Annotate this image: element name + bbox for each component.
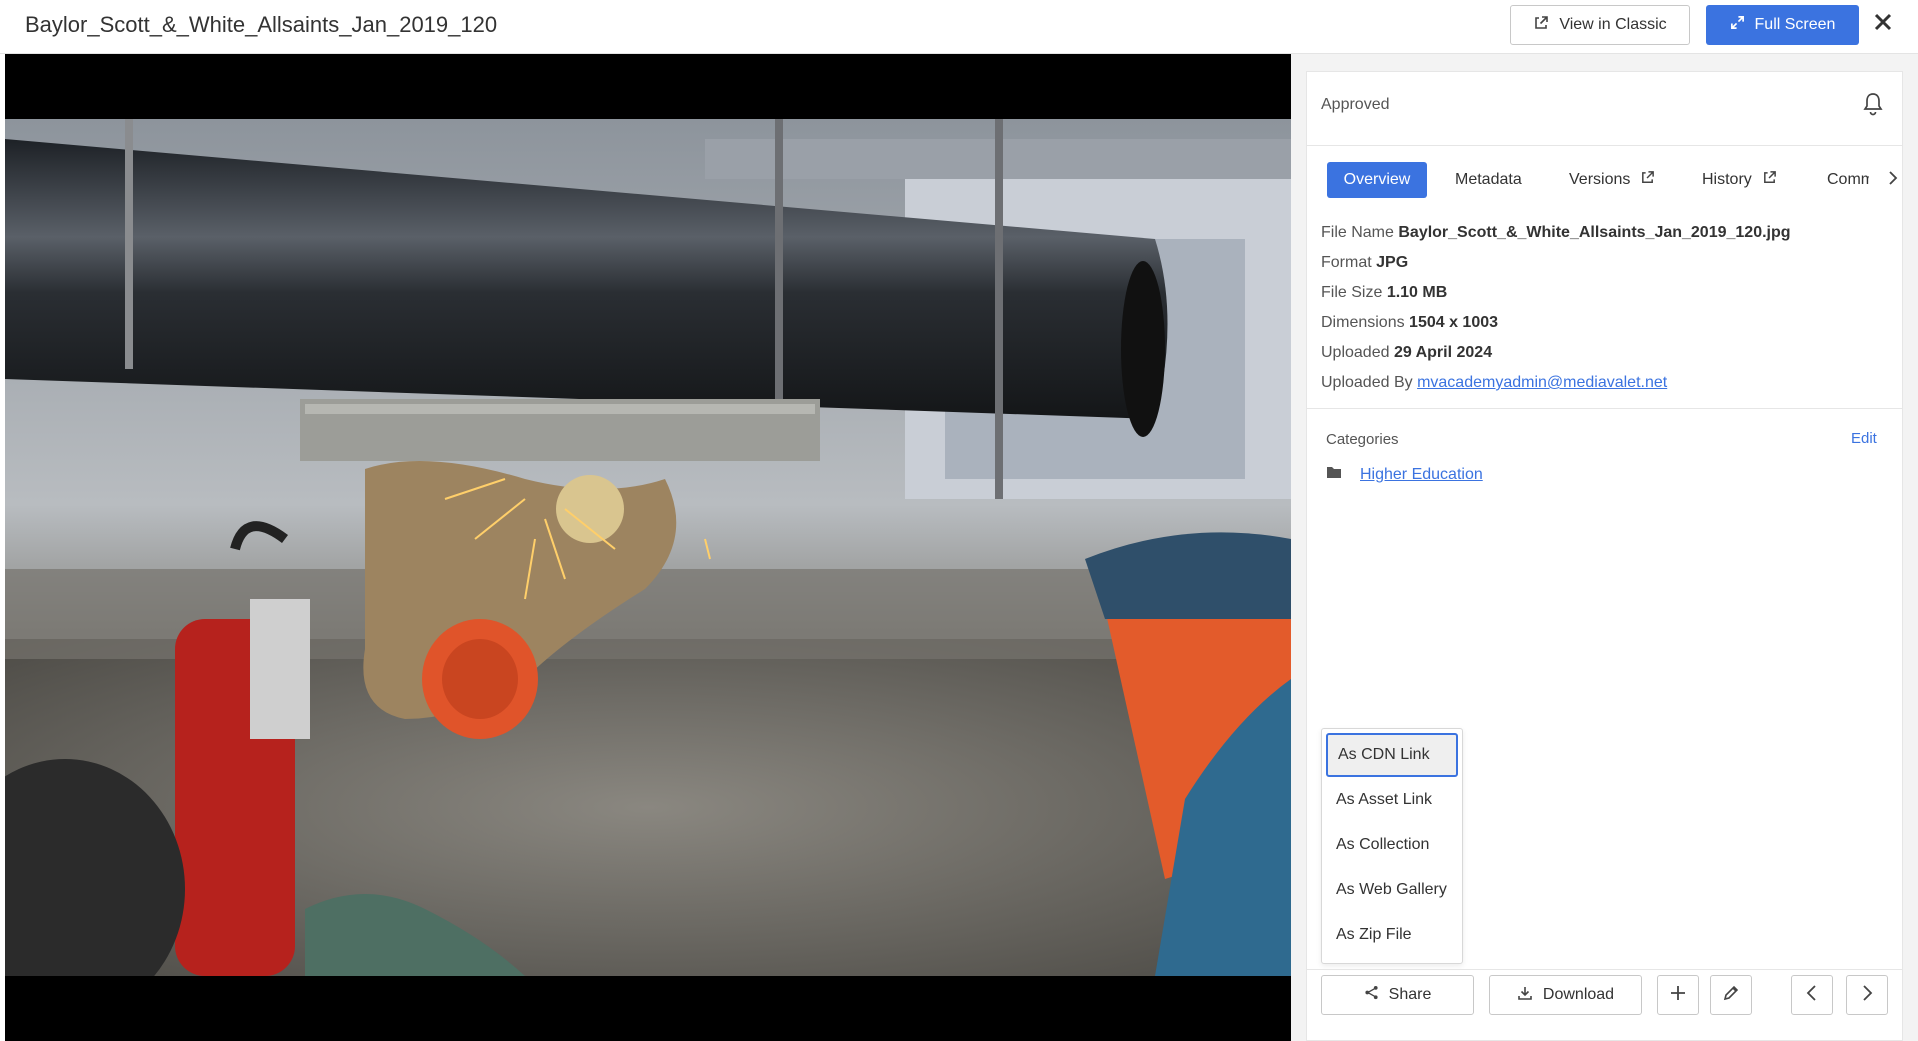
file-size-value: 1.10 MB — [1386, 284, 1448, 301]
category-item: Higher Education — [1326, 465, 1483, 484]
add-to-button[interactable] — [1657, 975, 1699, 1015]
tab-metadata[interactable]: Metadata — [1455, 162, 1522, 198]
detail-tabs: Overview Metadata Versions History Comm — [1327, 162, 1898, 198]
edit-button[interactable] — [1710, 975, 1752, 1015]
tab-comments-label: Comm — [1827, 171, 1869, 188]
tab-overview-label: Overview — [1343, 171, 1411, 188]
uploaded-label: Uploaded — [1321, 344, 1390, 361]
categories-edit-link[interactable]: Edit — [1851, 430, 1877, 447]
status-row: Approved — [1307, 72, 1902, 146]
full-screen-button[interactable]: Full Screen — [1706, 5, 1859, 45]
next-asset-button[interactable] — [1846, 975, 1888, 1015]
download-button[interactable]: Download — [1489, 975, 1642, 1015]
dimensions-value: 1504 x 1003 — [1409, 314, 1499, 331]
categories-heading: Categories — [1326, 431, 1399, 448]
chevron-left-icon — [1806, 984, 1818, 1007]
tab-history-label: History — [1702, 171, 1752, 188]
plus-icon — [1669, 984, 1687, 1007]
uploaded-row: Uploaded 29 April 2024 — [1321, 338, 1891, 368]
download-label: Download — [1542, 986, 1615, 1003]
section-divider — [1307, 408, 1902, 409]
tab-versions[interactable]: Versions — [1569, 162, 1655, 198]
view-in-classic-label: View in Classic — [1559, 16, 1667, 33]
tab-overview[interactable]: Overview — [1327, 162, 1427, 198]
share-as-asset-link[interactable]: As Asset Link — [1326, 778, 1458, 822]
previous-asset-button[interactable] — [1791, 975, 1833, 1015]
uploaded-by-email-link[interactable]: mvacademyadmin@mediavalet.net — [1417, 374, 1667, 391]
asset-title: Baylor_Scott_&_White_Allsaints_Jan_2019_… — [25, 12, 498, 37]
share-as-web-gallery[interactable]: As Web Gallery — [1326, 868, 1458, 912]
pencil-icon — [1722, 984, 1740, 1007]
external-link-icon — [1640, 170, 1655, 190]
tab-versions-label: Versions — [1569, 171, 1631, 188]
details-panel: Approved Overview Metadata Versions Hist… — [1291, 54, 1918, 1041]
uploaded-by-label: Uploaded By — [1321, 374, 1413, 391]
file-info: File Name Baylor_Scott_&_White_Allsaints… — [1321, 218, 1891, 398]
notification-button[interactable] — [1857, 90, 1889, 122]
download-icon — [1517, 985, 1533, 1006]
share-as-cdn-link[interactable]: As CDN Link — [1326, 733, 1458, 777]
format-row: Format JPG — [1321, 248, 1891, 278]
close-icon — [1873, 12, 1893, 37]
file-size-label: File Size — [1321, 284, 1383, 301]
file-name-row: File Name Baylor_Scott_&_White_Allsaints… — [1321, 218, 1891, 248]
tab-history[interactable]: History — [1702, 162, 1777, 198]
bell-icon — [1862, 92, 1884, 121]
dimensions-row: Dimensions 1504 x 1003 — [1321, 308, 1891, 338]
dimensions-label: Dimensions — [1321, 314, 1405, 331]
category-link-higher-education[interactable]: Higher Education — [1360, 466, 1483, 484]
external-link-icon — [1762, 170, 1777, 190]
details-card: Approved Overview Metadata Versions Hist… — [1306, 71, 1903, 1041]
tab-metadata-label: Metadata — [1455, 171, 1522, 188]
file-size-row: File Size 1.10 MB — [1321, 278, 1891, 308]
view-in-classic-button[interactable]: View in Classic — [1510, 5, 1690, 45]
share-icon — [1364, 985, 1379, 1005]
folder-icon — [1326, 465, 1342, 484]
image-viewer[interactable] — [5, 54, 1291, 1041]
full-screen-label: Full Screen — [1754, 16, 1836, 33]
uploaded-by-row: Uploaded By mvacademyadmin@mediavalet.ne… — [1321, 368, 1891, 398]
format-label: Format — [1321, 254, 1372, 271]
expand-icon — [1730, 15, 1745, 35]
tabs-scroll-right-button[interactable] — [1883, 162, 1903, 198]
action-bar-divider — [1307, 969, 1902, 970]
chevron-right-icon — [1888, 170, 1898, 191]
share-button[interactable]: Share — [1321, 975, 1474, 1015]
share-as-zip-file[interactable]: As Zip File — [1326, 913, 1458, 957]
chevron-right-icon — [1861, 984, 1873, 1007]
close-button[interactable] — [1866, 7, 1900, 41]
share-as-collection[interactable]: As Collection — [1326, 823, 1458, 867]
header-bar: Baylor_Scott_&_White_Allsaints_Jan_2019_… — [0, 0, 1918, 54]
file-name-value: Baylor_Scott_&_White_Allsaints_Jan_2019_… — [1398, 224, 1791, 241]
asset-preview-image — [5, 119, 1291, 976]
external-link-icon — [1533, 15, 1549, 36]
file-name-label: File Name — [1321, 224, 1394, 241]
share-menu: As CDN Link As Asset Link As Collection … — [1321, 728, 1463, 964]
approval-status: Approved — [1321, 96, 1390, 113]
uploaded-value: 29 April 2024 — [1393, 344, 1493, 361]
format-value: JPG — [1376, 254, 1409, 271]
asset-viewer: Baylor_Scott_&_White_Allsaints_Jan_2019_… — [0, 0, 1918, 1041]
share-label: Share — [1388, 986, 1432, 1003]
tab-comments[interactable]: Comm — [1827, 162, 1869, 198]
